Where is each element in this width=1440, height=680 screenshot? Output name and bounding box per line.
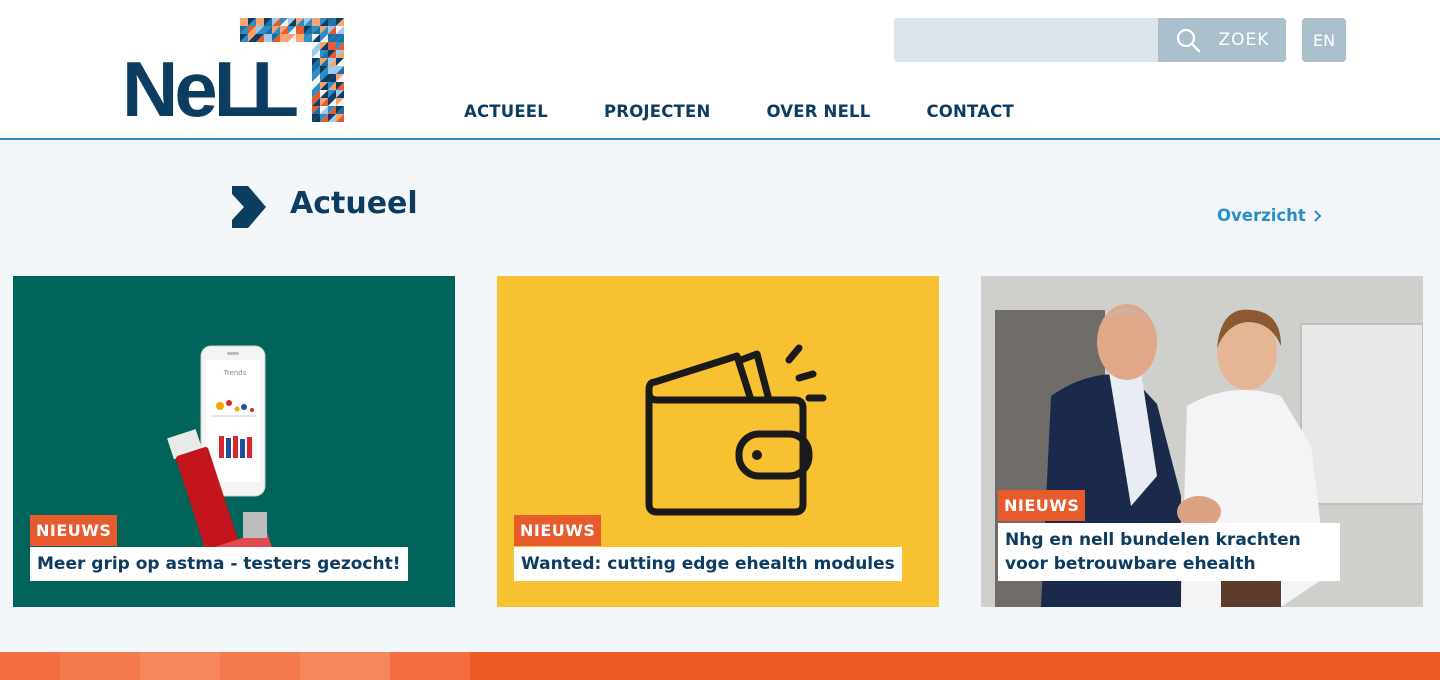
nav-item-actueel[interactable]: ACTUEEL (464, 102, 548, 121)
news-card[interactable]: NIEUWS Wanted: cutting edge ehealth modu… (497, 276, 939, 607)
news-badge: NIEUWS (514, 515, 602, 546)
site-header: NeLL ZOEK EN ACTUEEL PROJECTEN OVER NELL… (0, 0, 1440, 140)
main-nav: ACTUEEL PROJECTEN OVER NELL CONTACT (464, 102, 1070, 121)
card-title[interactable]: Nhg en nell bundelen krachten voor betro… (998, 523, 1340, 581)
chevron-small-icon (1314, 209, 1322, 222)
chevron-right-icon (232, 186, 266, 228)
search-button[interactable]: ZOEK (1158, 18, 1286, 62)
overview-link-label: Overzicht (1217, 206, 1306, 225)
svg-text:Trends: Trends (223, 369, 247, 377)
overview-link[interactable]: Overzicht (1217, 206, 1322, 225)
card-title[interactable]: Meer grip op astma - testers gezocht! (30, 547, 408, 581)
nav-item-projecten[interactable]: PROJECTEN (604, 102, 710, 121)
nav-item-over-nell[interactable]: OVER NELL (766, 102, 870, 121)
search-icon (1176, 28, 1200, 53)
language-button[interactable]: EN (1302, 18, 1346, 62)
logo-mosaic-icon (240, 18, 344, 122)
section-title: Actueel (290, 186, 418, 221)
footer-mosaic-decoration (0, 652, 470, 680)
search-input[interactable] (894, 18, 1158, 62)
news-card[interactable]: Trends NIEUWS Meer grip op astma - teste… (13, 276, 455, 607)
news-badge: NIEUWS (998, 490, 1086, 521)
news-card[interactable]: NIEUWS Nhg en nell bundelen krachten voo… (981, 276, 1423, 607)
search-bar: ZOEK (894, 18, 1286, 62)
card-title[interactable]: Wanted: cutting edge ehealth modules (514, 547, 902, 581)
news-badge: NIEUWS (30, 515, 118, 546)
nell-logo[interactable]: NeLL (120, 18, 346, 128)
nav-item-contact[interactable]: CONTACT (926, 102, 1013, 121)
search-button-label: ZOEK (1218, 30, 1270, 50)
